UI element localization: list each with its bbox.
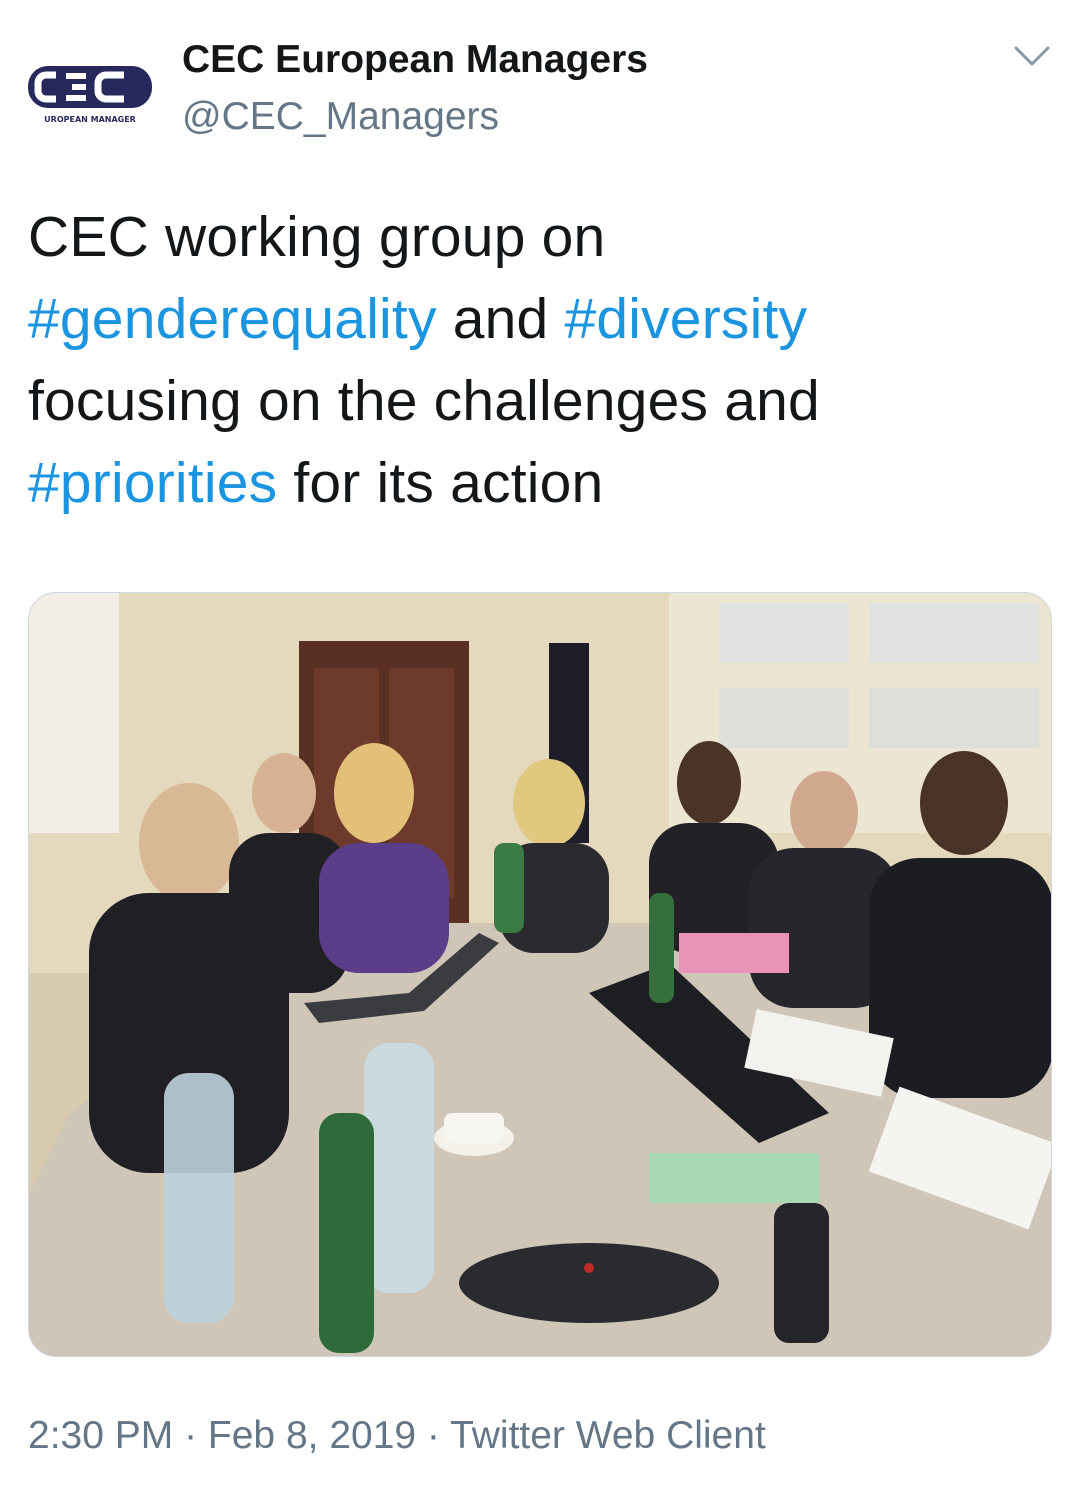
- display-name[interactable]: CEC European Managers: [182, 38, 648, 82]
- account-handle[interactable]: @CEC_Managers: [182, 95, 499, 139]
- meta-separator-2: ·: [416, 1414, 451, 1457]
- tweet-text-line: #genderequality and #diversity: [28, 278, 1038, 360]
- tweet-card: UROPEAN MANAGER CEC European Managers @C…: [0, 0, 1080, 1500]
- tweet-text-line: focusing on the challenges and: [28, 360, 1038, 442]
- tweet-client-link[interactable]: Twitter Web Client: [450, 1414, 766, 1457]
- tweet-text-line: CEC working group on: [28, 196, 1038, 278]
- chevron-down-icon[interactable]: [1010, 40, 1054, 74]
- meta-separator: ·: [173, 1414, 208, 1457]
- photo-icon: [29, 593, 1051, 1356]
- cec-logo-icon: UROPEAN MANAGER: [26, 28, 154, 156]
- tweet-text-line: #priorities for its action: [28, 442, 1038, 524]
- tweet-text-segment: and: [436, 287, 565, 351]
- avatar[interactable]: UROPEAN MANAGER: [26, 28, 154, 156]
- tweet-text: CEC working group on #genderequality and …: [28, 196, 1038, 524]
- hashtag-link[interactable]: #genderequality: [28, 287, 437, 351]
- hashtag-link[interactable]: #diversity: [564, 287, 807, 351]
- tweet-text-segment: focusing on the challenges and: [28, 369, 820, 433]
- tweet-metadata: 2:30 PM · Feb 8, 2019 · Twitter Web Clie…: [28, 1414, 766, 1458]
- tweet-date[interactable]: Feb 8, 2019: [208, 1414, 416, 1457]
- tweet-photo[interactable]: [28, 592, 1052, 1357]
- tweet-time[interactable]: 2:30 PM: [28, 1414, 173, 1457]
- tweet-text-segment: CEC working group on: [28, 205, 606, 269]
- logo-subtext: UROPEAN MANAGER: [44, 115, 136, 124]
- tweet-text-segment: for its action: [277, 451, 604, 515]
- hashtag-link[interactable]: #priorities: [28, 451, 277, 515]
